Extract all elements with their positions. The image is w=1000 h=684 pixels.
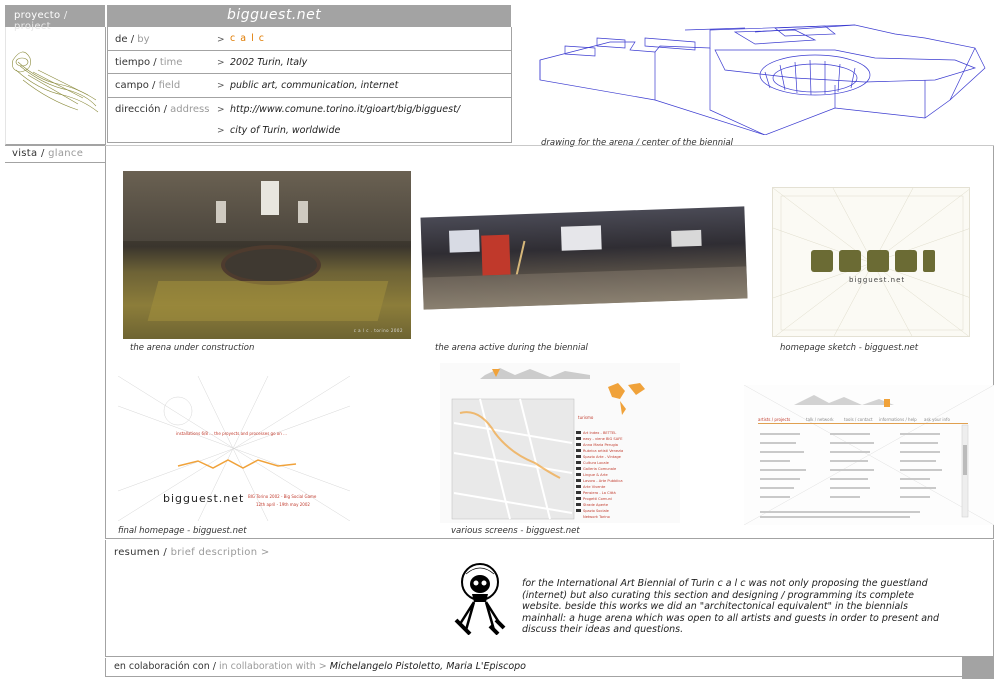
links-screen-image[interactable]: artists / projects talk / network tools … bbox=[744, 385, 994, 525]
screen-tag: turismo bbox=[578, 415, 594, 420]
collab-label: en colaboración con / in collaboration w… bbox=[114, 661, 526, 672]
field-value: public art, communication, internet bbox=[230, 80, 399, 91]
various-screens-caption: various screens - bigguest.net bbox=[451, 526, 580, 536]
final-sub-text: BIG Torino 2002 - Big Social Game bbox=[248, 494, 317, 499]
bulb-skull-logo-icon bbox=[454, 563, 506, 635]
homepage-sketch-image[interactable]: bigguest.net bbox=[772, 187, 970, 337]
final-homepage-caption: final homepage - bigguest.net bbox=[118, 526, 247, 536]
address-url-link[interactable]: http://www.comune.torino.it/gioart/big/b… bbox=[230, 104, 460, 115]
arena-construction-caption: the arena under construction bbox=[130, 343, 255, 353]
page-title: bigguest.net bbox=[227, 7, 322, 23]
description-label: resumen / brief description > bbox=[114, 547, 270, 558]
links-tab-4: ask your info bbox=[924, 417, 950, 422]
links-tab-1: talk / network bbox=[806, 417, 834, 422]
arena-active-caption: the arena active during the biennial bbox=[435, 343, 588, 353]
description-text: for the International Art Biennial of Tu… bbox=[522, 578, 940, 635]
photo-stamp: c a l c . torino 2002 bbox=[353, 328, 403, 333]
field-label: campo / field bbox=[115, 80, 181, 91]
homepage-sketch-caption: homepage sketch - bigguest.net bbox=[780, 343, 919, 353]
final-logo-text: bigguest.net bbox=[163, 492, 245, 505]
screen-list: Art Index - BETTEL easy - viene BIG SAFE A… bbox=[583, 431, 624, 519]
time-value: 2002 Turin, Italy bbox=[230, 57, 308, 68]
by-value[interactable]: c a l c bbox=[230, 33, 265, 44]
various-screens-image[interactable]: turismo Art Index - BETTEL easy - viene B… bbox=[440, 363, 680, 523]
arena-construction-photo[interactable]: c a l c . torino 2002 bbox=[123, 171, 411, 339]
final-red-text: installations 6/8 ... the proyects and p… bbox=[176, 431, 287, 436]
title-bar: bigguest.net bbox=[107, 5, 511, 27]
links-tab-3: informations / help bbox=[879, 417, 917, 422]
links-tab-2: tools / contact bbox=[844, 417, 873, 422]
arena-drawing bbox=[539, 24, 986, 135]
nav-project-bar[interactable]: proyecto / project bbox=[5, 5, 105, 32]
time-label: tiempo / time bbox=[115, 57, 183, 68]
arena-sketch-thumbnail bbox=[12, 51, 99, 113]
final-date-text: 12th april - 19th may 2002 bbox=[256, 502, 310, 507]
footer-corner-block bbox=[962, 657, 994, 679]
links-header: artists / projects bbox=[758, 417, 791, 422]
final-homepage-image[interactable]: installations 6/8 ... the proyects and p… bbox=[118, 376, 350, 521]
address-label: dirección / address bbox=[115, 104, 210, 115]
by-label: de / by bbox=[115, 34, 150, 45]
collab-names: Michelangelo Pistoletto, Maria L'Episcop… bbox=[329, 661, 526, 672]
sketch-logo-text: bigguest.net bbox=[849, 276, 906, 284]
nav-glance-label: vista / glance bbox=[12, 148, 84, 159]
address-city-value: city of Turin, worldwide bbox=[230, 125, 341, 136]
arena-active-photo[interactable] bbox=[420, 206, 748, 310]
